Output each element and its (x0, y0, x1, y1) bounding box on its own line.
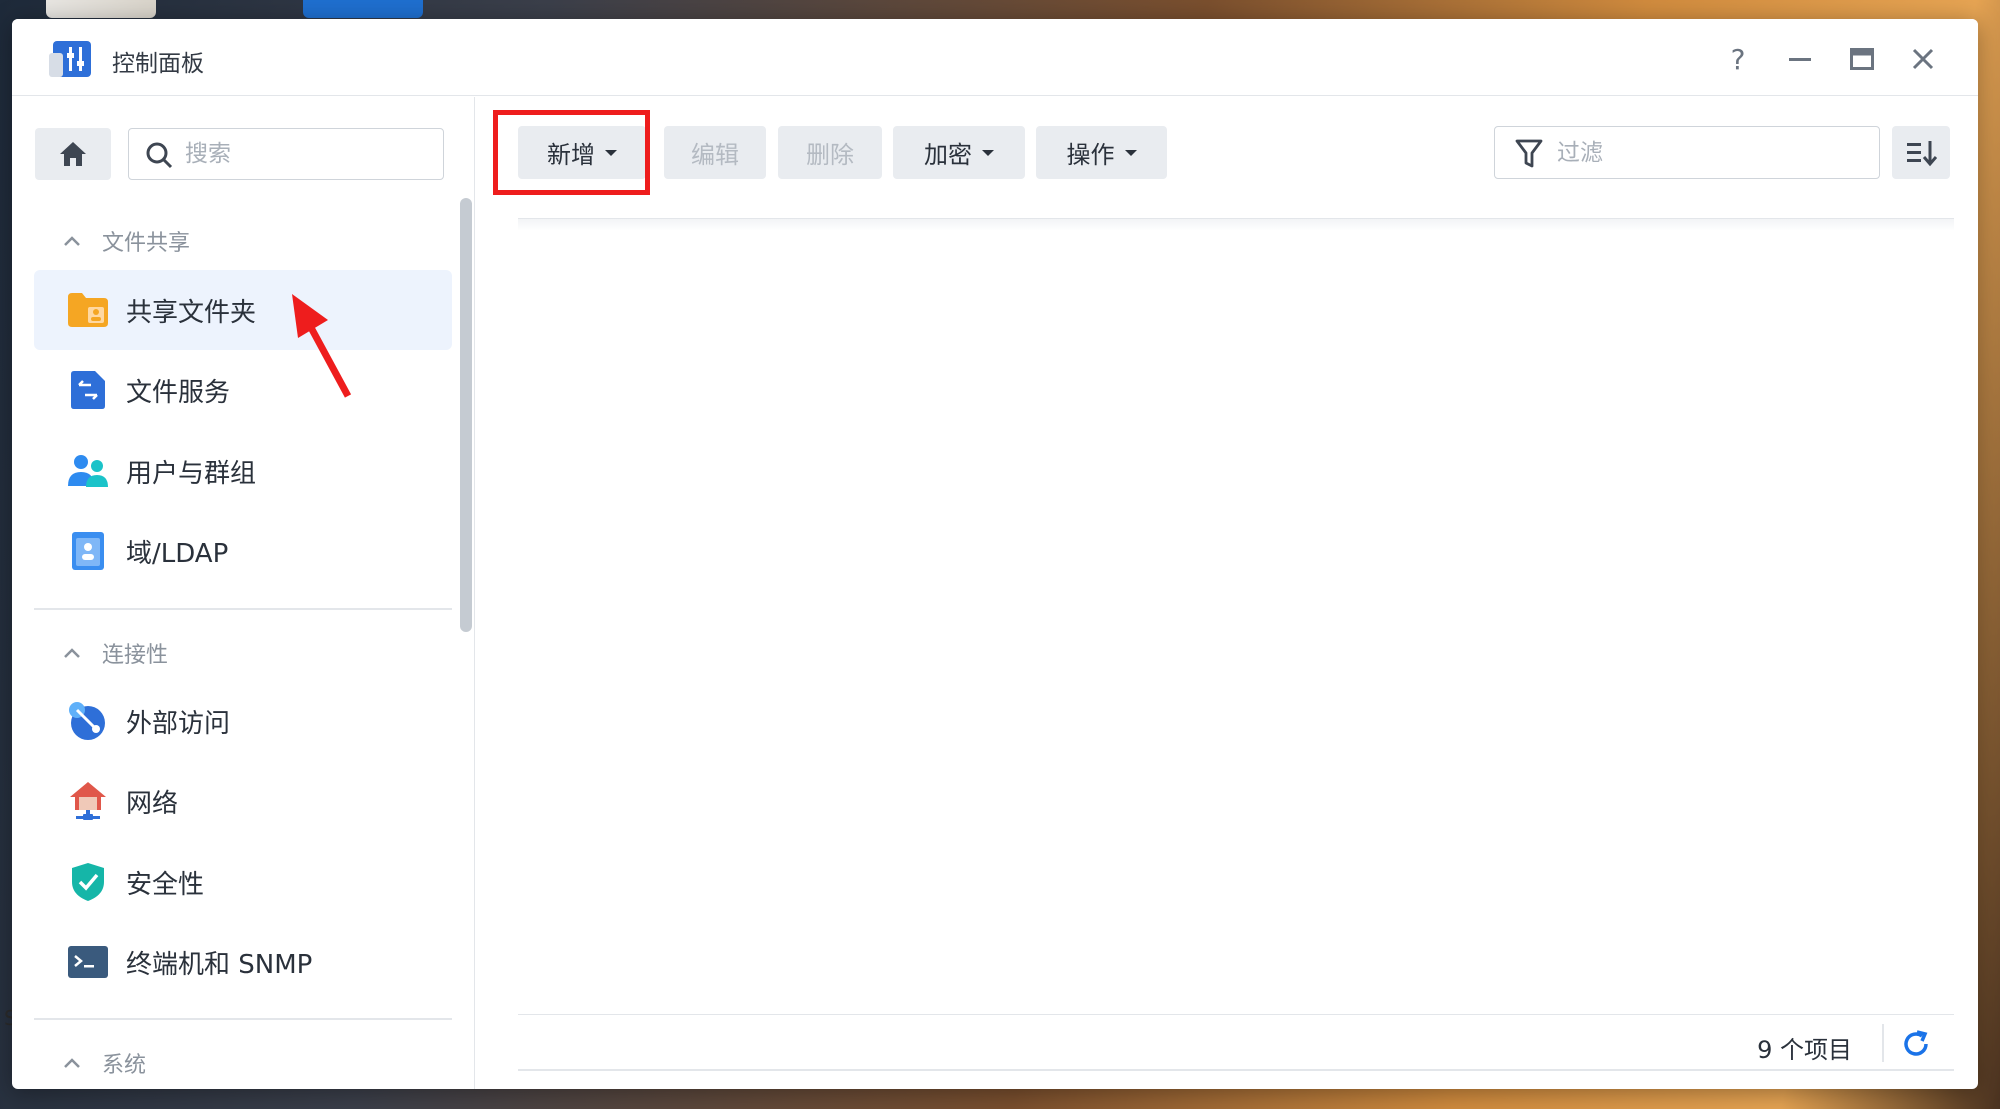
window-title: 控制面板 (112, 51, 204, 77)
delete-button-label: 删除 (806, 141, 854, 169)
sidebar-item-network[interactable]: 网络 (34, 761, 452, 841)
file-services-icon (68, 370, 108, 410)
close-button[interactable] (1903, 41, 1943, 77)
delete-button[interactable]: 删除 (778, 126, 882, 179)
minimize-button[interactable] (1780, 41, 1820, 77)
encrypt-button-label: 加密 (924, 141, 972, 169)
action-button-label: 操作 (1066, 141, 1115, 169)
section-header-system[interactable]: 系统 (64, 1047, 146, 1079)
sidebar-item-label: 外部访问 (126, 708, 231, 739)
encrypt-button[interactable]: 加密 (893, 126, 1025, 179)
footer-separator (1882, 1024, 1884, 1062)
search-icon (146, 142, 173, 169)
close-icon (1912, 48, 1934, 70)
annotation-arrow (292, 294, 352, 398)
maximize-icon (1850, 48, 1874, 70)
caret-down-icon (982, 149, 994, 156)
control-panel-icon (49, 41, 91, 77)
section-header-file-sharing[interactable]: 文件共享 (64, 225, 190, 257)
sidebar-item-shared-folder[interactable]: 共享文件夹 (34, 270, 452, 350)
sidebar-divider (34, 1018, 452, 1020)
item-count: 9 个项目 (1757, 1036, 1852, 1064)
filter-field[interactable] (1494, 126, 1880, 179)
sort-icon (1907, 140, 1937, 166)
home-button[interactable] (35, 128, 111, 180)
domain-ldap-icon (68, 531, 108, 571)
sidebar-item-label: 用户与群组 (126, 458, 257, 489)
home-icon (60, 142, 86, 166)
sidebar-item-terminal-snmp[interactable]: 终端机和 SNMP (34, 922, 452, 1002)
desktop-app-icon (46, 0, 156, 18)
chevron-up-icon (64, 648, 80, 658)
sidebar-item-label: 网络 (126, 788, 179, 819)
edit-button-label: 编辑 (691, 141, 739, 169)
external-access-icon (68, 701, 108, 741)
sort-button[interactable] (1892, 126, 1950, 179)
edit-button[interactable]: 编辑 (664, 126, 766, 179)
caret-down-icon (1124, 149, 1137, 156)
annotation-highlight-box (493, 110, 650, 195)
shield-icon (68, 862, 108, 902)
sidebar-divider (34, 608, 452, 610)
sidebar-item-users-groups[interactable]: 用户与群组 (34, 431, 452, 511)
shared-folder-icon (68, 290, 108, 330)
sidebar-scrollbar[interactable] (460, 198, 472, 632)
users-groups-icon (68, 451, 108, 491)
sidebar-item-label: 域/LDAP (126, 538, 229, 569)
filter-icon (1515, 139, 1543, 168)
main-panel: 新增 编辑 删除 加密 操作 过滤 9 个项目 (476, 97, 1978, 1089)
search-input[interactable] (185, 137, 425, 171)
control-panel-window: 控制面板 ? 文件共享 (12, 19, 1978, 1089)
list-footer: 9 个项目 (518, 1016, 1954, 1071)
terminal-icon (68, 942, 108, 982)
title-bar: 控制面板 ? (12, 19, 1978, 96)
sidebar-item-security[interactable]: 安全性 (34, 842, 452, 922)
sidebar-item-label: 文件服务 (126, 377, 231, 408)
section-title: 文件共享 (102, 231, 191, 256)
sidebar-item-file-services[interactable]: 文件服务 (34, 350, 452, 430)
maximize-button[interactable] (1842, 41, 1882, 77)
sidebar-item-label: 终端机和 SNMP (126, 949, 313, 980)
section-header-connectivity[interactable]: 连接性 (64, 637, 168, 669)
network-icon (68, 781, 108, 821)
sidebar: 文件共享 共享文件夹 文件服务 用户与群组 域/LDAP (12, 97, 475, 1089)
search-field[interactable] (128, 128, 444, 180)
chevron-up-icon (64, 236, 80, 246)
sidebar-item-label: 共享文件夹 (126, 297, 257, 328)
list-header-shade (518, 219, 1954, 231)
sidebar-item-external-access[interactable]: 外部访问 (34, 681, 452, 761)
refresh-icon[interactable] (1900, 1028, 1932, 1060)
section-title: 连接性 (102, 643, 169, 668)
sidebar-item-label: 安全性 (126, 869, 205, 900)
action-button[interactable]: 操作 (1036, 126, 1167, 179)
filter-input[interactable] (1557, 135, 1857, 171)
shared-folder-list[interactable] (518, 218, 1954, 1015)
section-title: 系统 (102, 1053, 147, 1078)
chevron-up-icon (64, 1058, 80, 1068)
sidebar-item-domain-ldap[interactable]: 域/LDAP (34, 511, 452, 591)
help-button[interactable]: ? (1718, 41, 1758, 77)
desktop-app-icon (303, 0, 423, 18)
minimize-icon (1789, 58, 1811, 61)
